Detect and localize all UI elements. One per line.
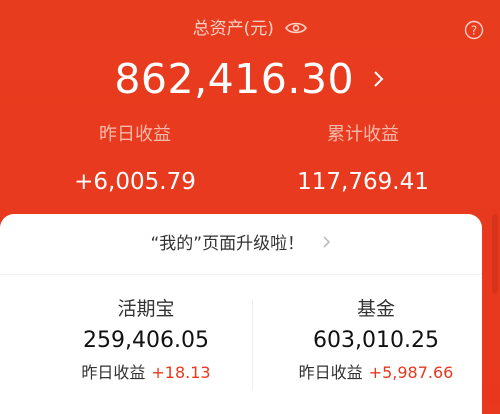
help-icon[interactable]: ? xyxy=(464,20,484,40)
fund-yesterday-label: 昨日收益 xyxy=(81,363,146,382)
yesterday-income-label: 昨日收益 xyxy=(99,124,171,145)
card-divider xyxy=(0,274,482,275)
chevron-right-icon xyxy=(372,48,386,87)
scrollbar[interactable] xyxy=(492,214,498,294)
total-assets-label-row: 总资产(元) xyxy=(0,18,500,40)
fund-yesterday-income: 昨日收益 +5,987.66 xyxy=(256,362,496,384)
fund-yesterday-label: 昨日收益 xyxy=(298,363,363,382)
fund-yesterday-change: +5,987.66 xyxy=(368,363,454,382)
fund-value[interactable]: 259,406.05 xyxy=(26,326,266,356)
fund-value[interactable]: 603,010.25 xyxy=(256,326,496,356)
fund-yesterday-change: +18.13 xyxy=(151,363,211,382)
chevron-right-icon xyxy=(322,232,332,248)
total-assets-value: 862,416.30 xyxy=(114,55,355,103)
eye-icon[interactable] xyxy=(285,19,308,34)
cumulative-income-value: 117,769.41 xyxy=(297,169,429,195)
total-assets-value-row[interactable]: 862,416.30 xyxy=(0,48,500,106)
fund-name[interactable]: 活期宝 xyxy=(26,296,266,322)
yesterday-income-value: +6,005.79 xyxy=(74,169,196,195)
fund-name[interactable]: 基金 xyxy=(256,296,496,322)
total-assets-label: 总资产(元) xyxy=(192,19,274,39)
upgrade-notice-text: “我的”页面升级啦！ xyxy=(150,234,305,254)
svg-text:?: ? xyxy=(471,24,477,38)
fund-yesterday-income: 昨日收益 +18.13 xyxy=(26,362,266,384)
cumulative-income-label: 累计收益 xyxy=(327,124,399,145)
upgrade-notice[interactable]: “我的”页面升级啦！ xyxy=(0,232,482,256)
